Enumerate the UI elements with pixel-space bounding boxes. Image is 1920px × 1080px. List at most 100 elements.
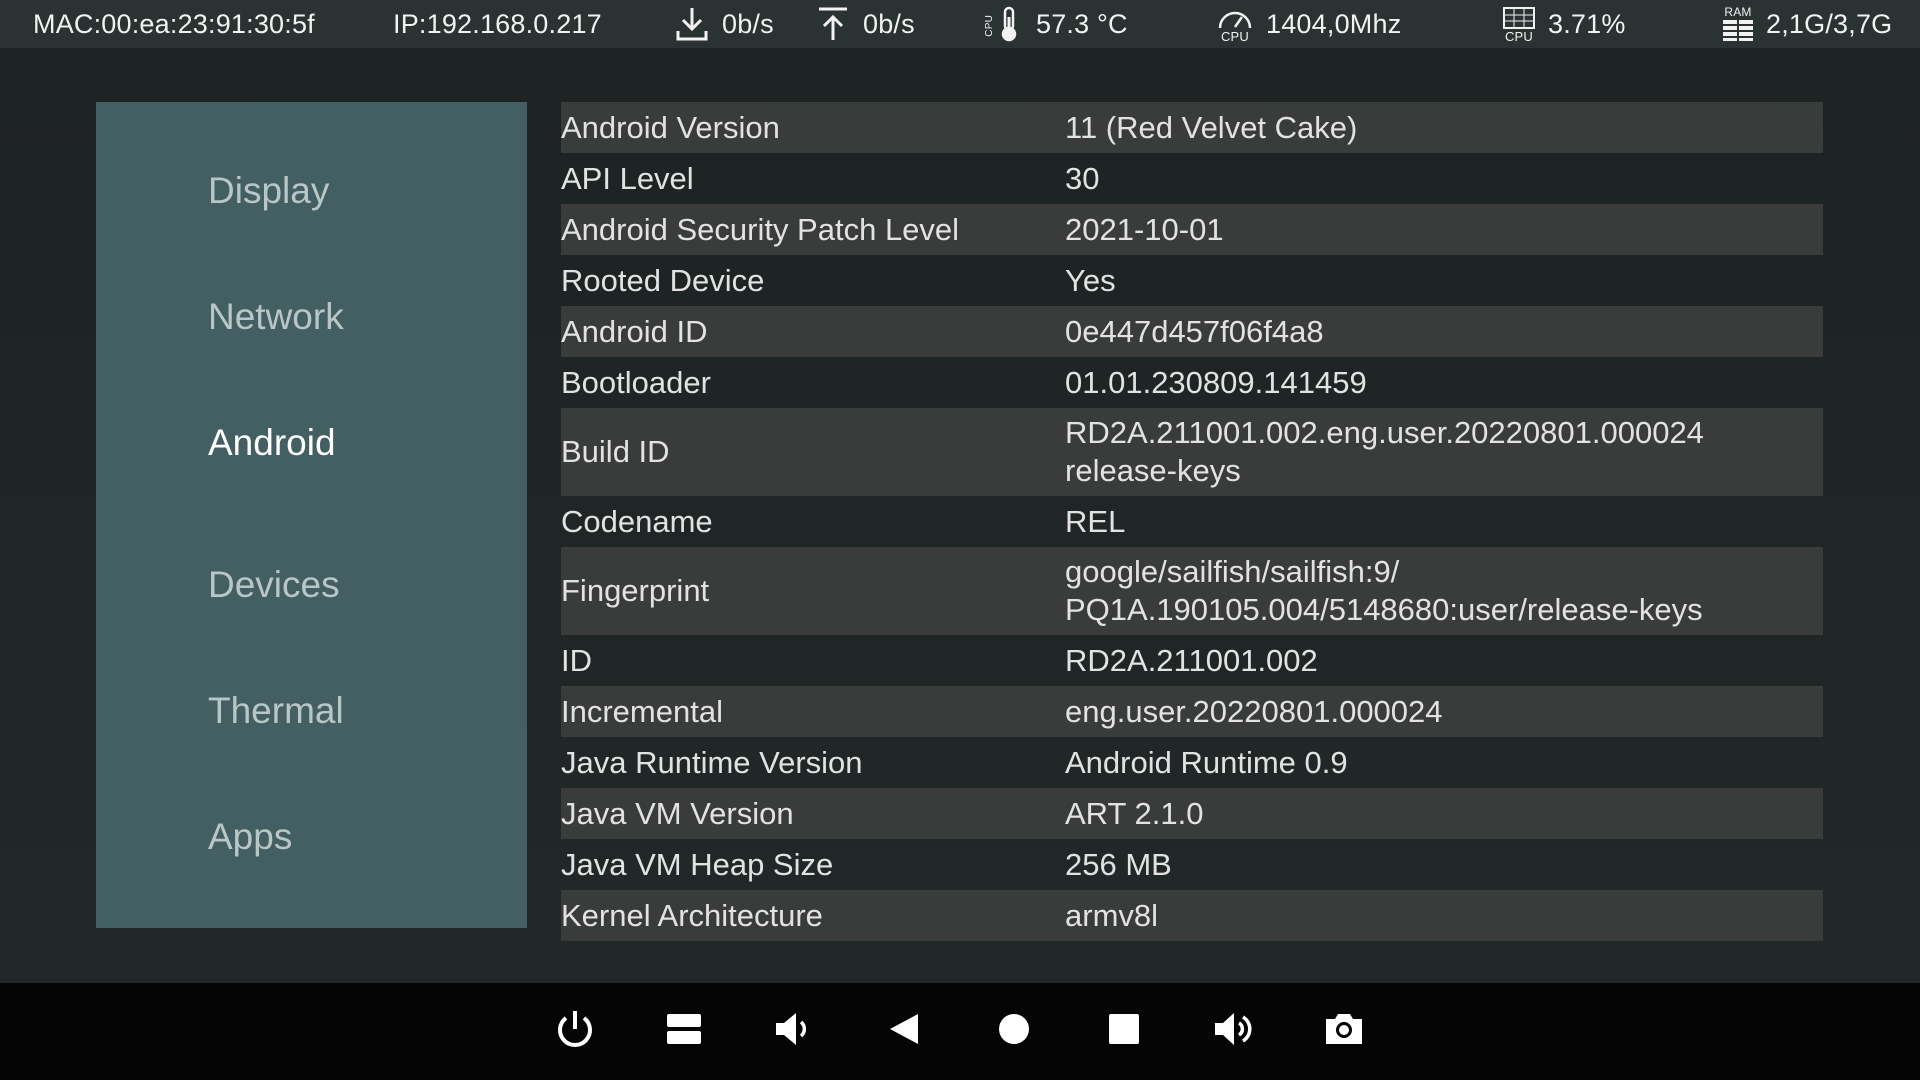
status-bar: MAC:00:ea:23:91:30:5f IP:192.168.0.217 0… xyxy=(0,0,1920,48)
row-key: Android Security Patch Level xyxy=(561,211,960,247)
row-value-line: eng.user.20220801.000024 xyxy=(1065,693,1443,729)
screenshot-icon xyxy=(1326,1014,1362,1044)
home-icon xyxy=(999,1014,1029,1044)
table-row: Android Security Patch Level 2021-10-01 xyxy=(561,204,1823,255)
sidebar-item-display[interactable]: Display xyxy=(208,170,329,212)
table-row: API Level 30 xyxy=(561,153,1823,204)
row-value-line: PQ1A.190105.004/5148680:user/release-key… xyxy=(1065,592,1703,627)
row-value: Android Runtime 0.9 xyxy=(1065,744,1823,782)
thermometer-icon: CPU xyxy=(984,5,1024,43)
download-indicator: 0b/s xyxy=(674,0,774,48)
table-row: Bootloader 01.01.230809.141459 xyxy=(561,357,1823,408)
cpu-usage-icon-label: CPU xyxy=(1504,28,1534,44)
row-value: armv8l xyxy=(1065,897,1823,935)
temp-icon-label: CPU xyxy=(984,15,995,37)
table-row: Android ID 0e447d457f06f4a8 xyxy=(561,306,1823,357)
main-content: Display Network Android Devices Thermal … xyxy=(0,48,1920,983)
sidebar-item-android[interactable]: Android xyxy=(208,422,336,464)
row-value-line: 2021-10-01 xyxy=(1065,211,1224,247)
table-row: Rooted Device Yes xyxy=(561,255,1823,306)
row-key: Fingerprint xyxy=(561,573,710,608)
row-value: 256 MB xyxy=(1065,846,1823,884)
overview-icon xyxy=(1109,1014,1139,1044)
row-value: 30 xyxy=(1065,160,1823,198)
row-key: Java VM Heap Size xyxy=(561,846,834,882)
row-value-line: armv8l xyxy=(1065,897,1159,933)
overview-button[interactable] xyxy=(1092,997,1156,1061)
row-key: Build ID xyxy=(561,434,670,469)
power-button[interactable] xyxy=(543,997,607,1061)
cpu-frequency: 1404,0Mhz xyxy=(1266,8,1402,39)
navigation-bar xyxy=(0,983,1920,1080)
sidebar-item-thermal[interactable]: Thermal xyxy=(208,690,344,732)
home-button[interactable] xyxy=(982,997,1046,1061)
row-key: Java VM Version xyxy=(561,795,794,831)
row-value-line: RD2A.211001.002.eng.user.20220801.000024 xyxy=(1065,415,1704,450)
upload-indicator: 0b/s xyxy=(815,0,915,48)
temperature-value: 57.3 °C xyxy=(1036,8,1128,39)
row-value-line: 11 (Red Velvet Cake) xyxy=(1065,109,1358,145)
android-info-table: Android Version 11 (Red Velvet Cake) API L… xyxy=(561,102,1823,941)
back-button[interactable] xyxy=(872,997,936,1061)
sidebar-item-network[interactable]: Network xyxy=(208,296,344,338)
volume-down-icon xyxy=(776,1013,807,1045)
temperature-indicator: CPU 57.3 °C xyxy=(984,0,1128,48)
volume-up-button[interactable] xyxy=(1202,997,1266,1061)
row-value-line: RD2A.211001.002 xyxy=(1065,642,1318,678)
table-row: Java VM Version ART 2.1.0 xyxy=(561,788,1823,839)
row-key: API Level xyxy=(561,160,694,196)
cpu-usage: 3.71% xyxy=(1548,8,1626,39)
row-key: Android Version xyxy=(561,109,780,145)
table-row: Incremental eng.user.20220801.000024 xyxy=(561,686,1823,737)
ram-usage: 2,1G/3,7G xyxy=(1766,8,1893,39)
row-value-line: REL xyxy=(1065,503,1126,539)
cpu-frequency-indicator: CPU 1404,0Mhz xyxy=(1216,0,1401,48)
row-key: Java Runtime Version xyxy=(561,744,863,780)
ip-address: IP:192.168.0.217 xyxy=(393,8,602,39)
sidebar-item-devices[interactable]: Devices xyxy=(208,564,340,606)
row-key: Codename xyxy=(561,503,713,539)
table-row: ID RD2A.211001.002 xyxy=(561,635,1823,686)
row-value: 0e447d457f06f4a8 xyxy=(1065,313,1823,351)
row-key: Kernel Architecture xyxy=(561,897,823,933)
row-value: REL xyxy=(1065,503,1823,541)
row-key: ID xyxy=(561,642,592,678)
table-row: Java Runtime Version Android Runtime 0.9 xyxy=(561,737,1823,788)
table-row: Kernel Architecture armv8l xyxy=(561,890,1823,941)
download-rate: 0b/s xyxy=(722,8,774,39)
row-value-line: 30 xyxy=(1065,160,1100,196)
row-value: eng.user.20220801.000024 xyxy=(1065,693,1823,731)
cpu-usage-indicator: CPU 3.71% xyxy=(1502,0,1626,48)
row-value: ART 2.1.0 xyxy=(1065,795,1823,833)
ram-icon-label: RAM xyxy=(1724,5,1752,19)
row-value-line: 256 MB xyxy=(1065,846,1172,882)
row-key: Bootloader xyxy=(561,364,711,400)
row-key: Rooted Device xyxy=(561,262,765,298)
back-icon xyxy=(890,1014,918,1044)
recent-apps-icon xyxy=(667,1014,701,1044)
row-value: 01.01.230809.141459 xyxy=(1065,364,1823,402)
upload-rate: 0b/s xyxy=(863,8,915,39)
table-row: Codename REL xyxy=(561,496,1823,547)
row-value-line: Yes xyxy=(1065,262,1116,298)
row-value-line: Android Runtime 0.9 xyxy=(1065,744,1348,780)
row-value-line: 0e447d457f06f4a8 xyxy=(1065,313,1324,349)
row-key: Incremental xyxy=(561,693,723,729)
cpu-freq-icon-label: CPU xyxy=(1220,28,1250,44)
row-value: RD2A.211001.002 xyxy=(1065,642,1823,680)
table-row: Java VM Heap Size 256 MB xyxy=(561,839,1823,890)
row-value: 2021-10-01 xyxy=(1065,211,1823,249)
volume-up-icon xyxy=(1215,1013,1252,1045)
sidebar-item-apps[interactable]: Apps xyxy=(208,816,292,858)
volume-down-button[interactable] xyxy=(762,997,826,1061)
table-row: Build ID RD2A.211001.002.eng.user.2022080… xyxy=(561,408,1823,496)
row-key: Android ID xyxy=(561,313,708,349)
recent-apps-button[interactable] xyxy=(652,997,716,1061)
row-value: 11 (Red Velvet Cake) xyxy=(1065,109,1823,147)
table-row: Fingerprint google/sailfish/sailfish:9/PQ… xyxy=(561,547,1823,635)
row-value-line: 01.01.230809.141459 xyxy=(1065,364,1367,400)
cpu-gauge-icon: CPU xyxy=(1216,6,1254,43)
screenshot-button[interactable] xyxy=(1312,997,1376,1061)
power-icon xyxy=(558,1011,592,1047)
row-value: Yes xyxy=(1065,262,1823,300)
